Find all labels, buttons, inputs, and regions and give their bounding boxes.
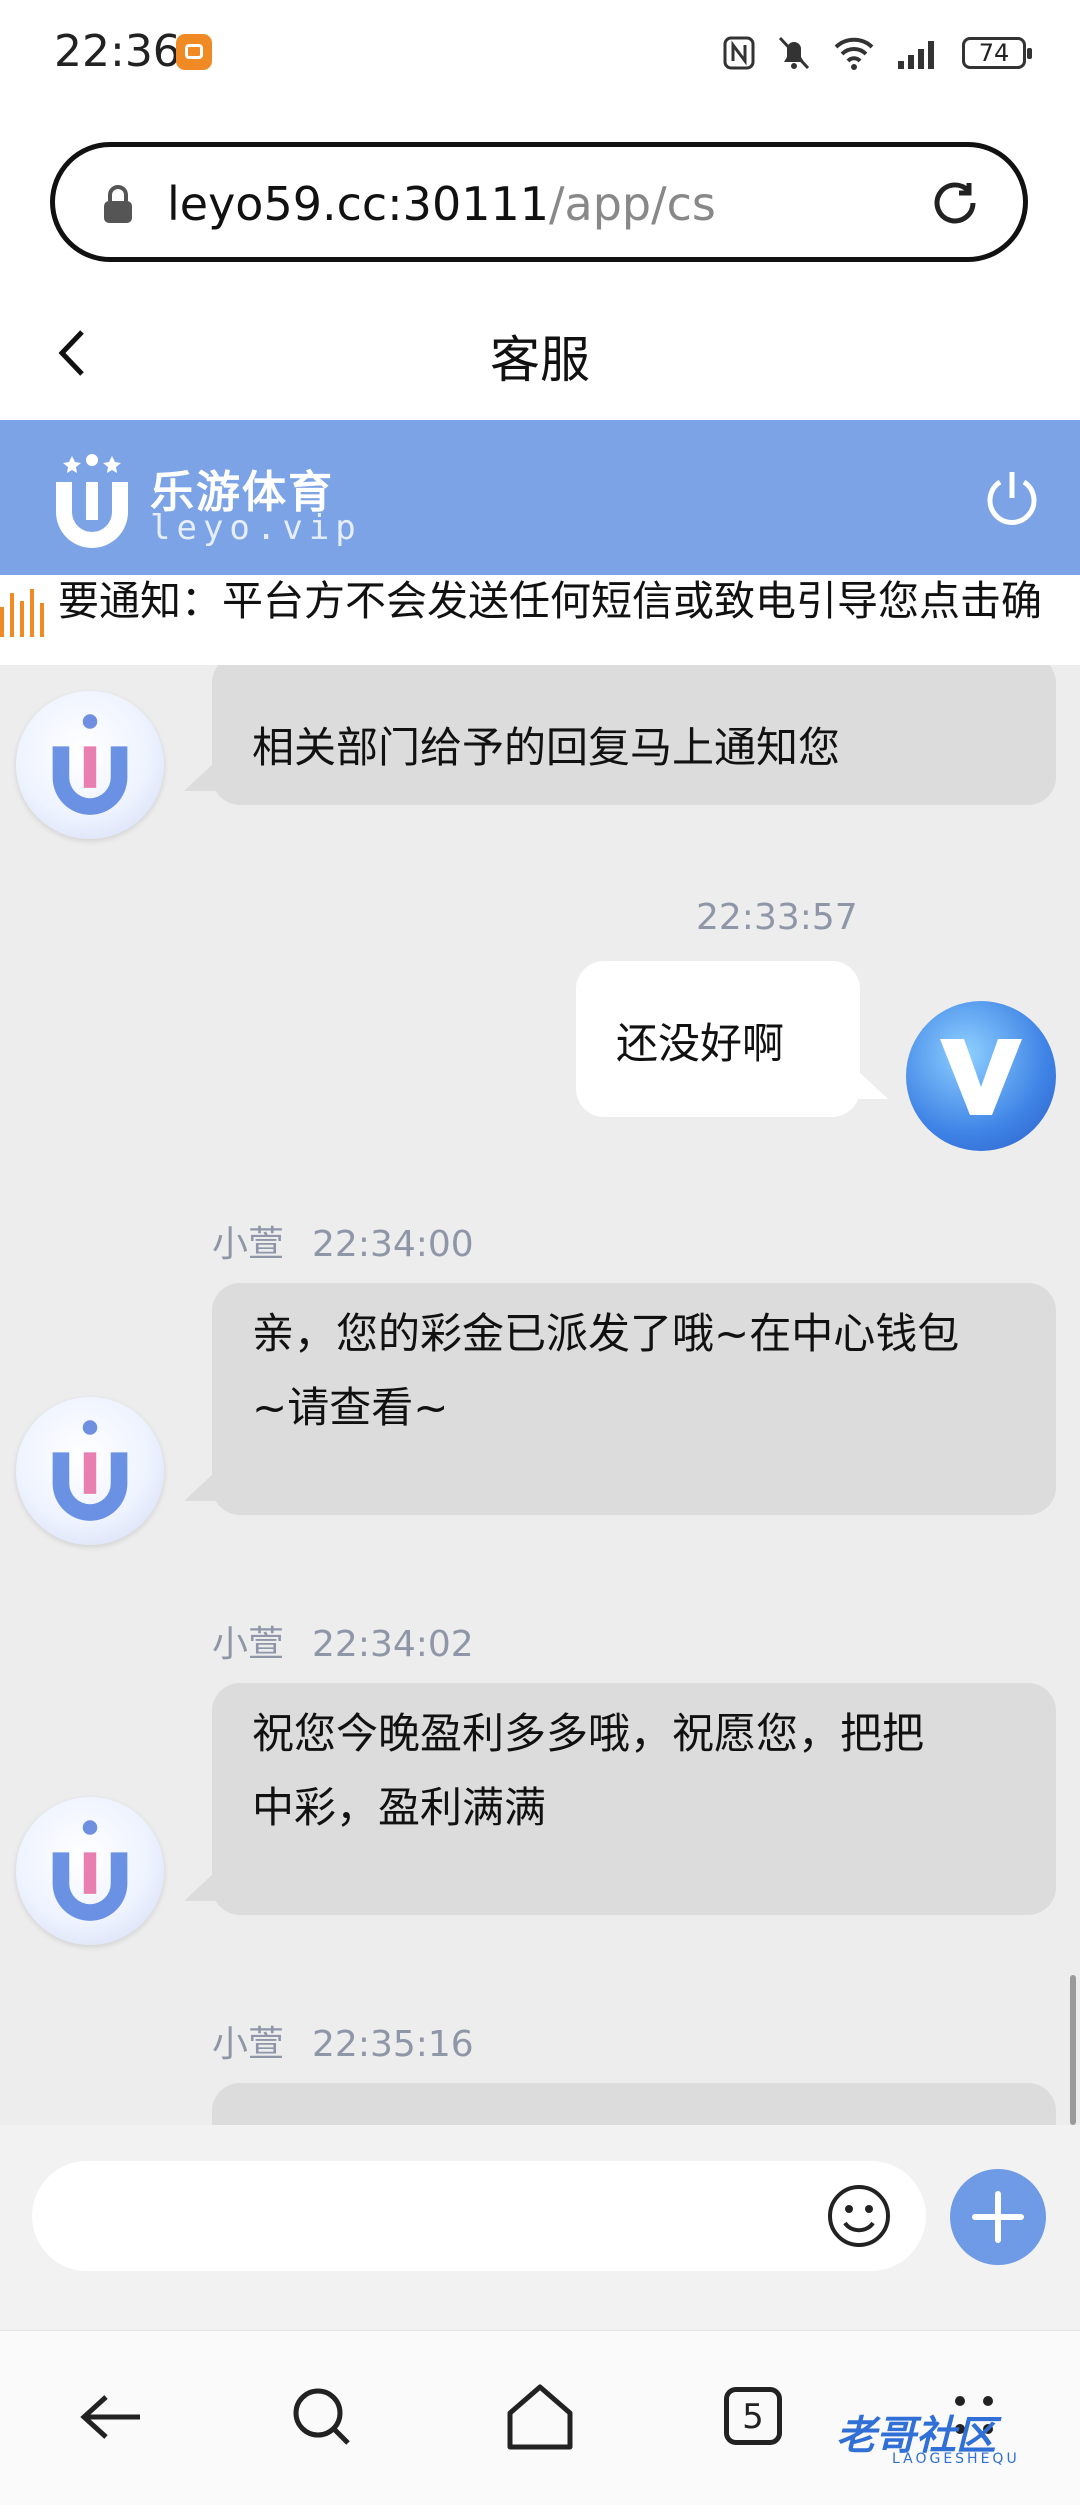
message-time: 22:34:00 [312, 1224, 474, 1265]
agent-name: 小萱 [212, 2024, 285, 2065]
tabs-count-button[interactable]: 5 [724, 2387, 782, 2445]
user-message-bubble: 还没好啊 [576, 961, 888, 1117]
message-composer [0, 2125, 1080, 2330]
user-avatar [906, 1001, 1056, 1151]
agent-avatar [16, 691, 164, 839]
nav-search-icon[interactable] [282, 2377, 362, 2457]
agent-message-bubble: 相关部门给予的回复马上通知您 [184, 665, 1056, 805]
status-bar: 22:36 74 [0, 0, 1080, 110]
status-time: 22:36 [54, 26, 181, 77]
app-header: 乐游体育 leyo.vip [0, 420, 1080, 575]
reload-icon[interactable] [925, 173, 985, 233]
agent-name: 小萱 [212, 1624, 285, 1665]
emoji-icon[interactable] [826, 2183, 892, 2249]
app-notification-icon [176, 34, 212, 70]
message-text-line: ~请查看~ [252, 1383, 449, 1432]
power-icon[interactable] [980, 466, 1044, 530]
message-text: 相关部门给予的回复马上通知您 [252, 723, 841, 772]
lock-icon [104, 185, 132, 223]
nfc-icon [723, 36, 755, 70]
notice-speaker-icon [0, 589, 44, 637]
agent-logo-icon [52, 714, 128, 815]
url-text[interactable]: leyo59.cc:30111/app/cs [167, 177, 716, 231]
agent-logo-icon [52, 1420, 128, 1521]
notice-marquee: 要通知：平台方不会发送任何短信或致电引导您点击确 [0, 575, 1080, 665]
chat-scrollbar[interactable] [1070, 1975, 1076, 2125]
status-icons: 74 [722, 28, 1032, 78]
chat-area[interactable]: 相关部门给予的回复马上通知您 22:33:57 还没好啊 小萱 22:34:00 … [0, 665, 1080, 2125]
agent-message-bubble [212, 2083, 1056, 2125]
v-letter-icon [940, 1039, 1022, 1115]
brand-domain: leyo.vip [150, 508, 362, 548]
mute-bell-icon [778, 36, 810, 70]
url-path: /app/cs [549, 177, 716, 231]
url-host: leyo59.cc:30111 [167, 177, 550, 231]
message-text-line: 中彩，盈利满满 [252, 1783, 547, 1832]
message-meta: 小萱 22:34:00 [212, 1215, 474, 1267]
message-text: 还没好啊 [616, 1019, 785, 1068]
signal-icon [898, 41, 934, 69]
message-meta: 小萱 22:35:16 [212, 2015, 474, 2067]
wifi-icon [834, 37, 874, 70]
nav-back-icon[interactable] [70, 2377, 150, 2457]
page-title: 客服 [490, 331, 590, 389]
agent-message-bubble: 祝您今晚盈利多多哦，祝愿您，把把 中彩，盈利满满 [184, 1683, 1056, 1915]
message-meta: 小萱 22:34:02 [212, 1615, 474, 1667]
watermark-subtitle: LAOGESHEQU [892, 2451, 1020, 2467]
browser-nav-bar: 5 老哥社区 LAOGESHEQU [0, 2330, 1080, 2505]
message-text-line: 亲，您的彩金已派发了哦~在中心钱包 [252, 1309, 960, 1358]
message-time: 22:33:57 [696, 897, 858, 938]
agent-message-bubble: 亲，您的彩金已派发了哦~在中心钱包 ~请查看~ [184, 1283, 1056, 1515]
agent-logo-icon [52, 1820, 128, 1921]
leyo-logo-icon [56, 454, 128, 548]
add-attachment-button[interactable] [950, 2169, 1046, 2265]
message-time: 22:34:02 [312, 1624, 474, 1665]
agent-avatar [16, 1797, 164, 1945]
message-input[interactable] [32, 2161, 926, 2271]
nav-home-icon[interactable] [500, 2377, 580, 2457]
notice-text: 要通知：平台方不会发送任何短信或致电引导您点击确 [58, 577, 1042, 625]
page-header: 客服 [0, 290, 1080, 420]
agent-avatar [16, 1397, 164, 1545]
message-text-line: 祝您今晚盈利多多哦，祝愿您，把把 [252, 1709, 925, 1758]
agent-name: 小萱 [212, 1224, 285, 1265]
message-time: 22:35:16 [312, 2024, 474, 2065]
battery-icon: 74 [962, 37, 1032, 69]
address-bar[interactable]: leyo59.cc:30111/app/cs [50, 142, 1028, 262]
